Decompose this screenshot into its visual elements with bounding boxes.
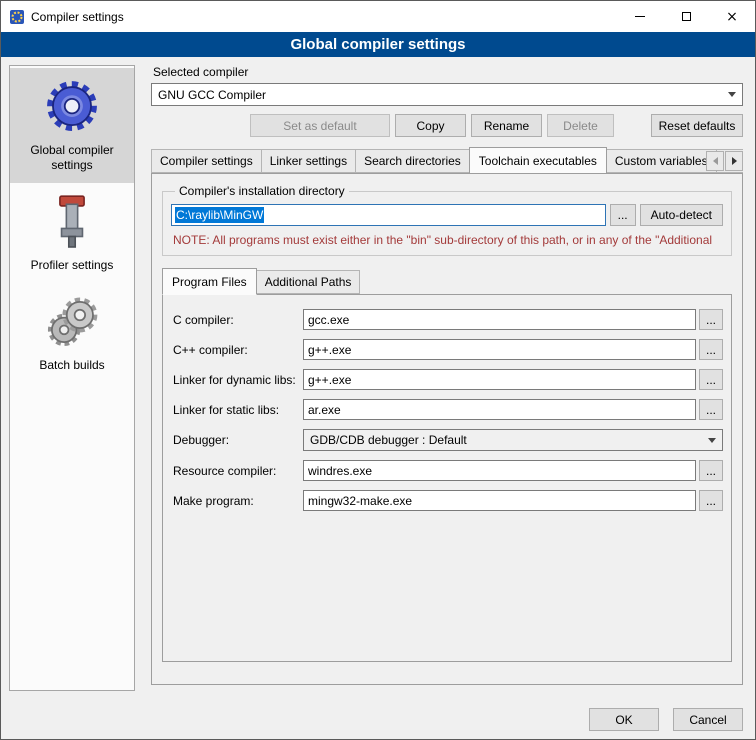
ok-button[interactable]: OK — [589, 708, 659, 731]
main-panel: Selected compiler GNU GCC Compiler Set a… — [151, 61, 743, 685]
linker-dynamic-label: Linker for dynamic libs: — [173, 373, 303, 387]
debugger-select[interactable]: GDB/CDB debugger : Default — [303, 429, 723, 451]
reset-defaults-button[interactable]: Reset defaults — [651, 114, 743, 137]
dialog-footer: OK Cancel — [589, 708, 743, 731]
tab-scroll-controls — [706, 151, 743, 171]
settings-tabs: Compiler settings Linker settings Search… — [151, 149, 743, 173]
make-program-input[interactable] — [303, 490, 696, 511]
linker-static-row: Linker for static libs: ... — [173, 399, 723, 420]
blue-gear-icon — [43, 78, 101, 136]
scroll-tabs-right-button[interactable] — [725, 151, 743, 171]
close-icon: × — [726, 9, 738, 25]
installation-directory-row: C:\raylib\MinGW ... Auto-detect — [171, 204, 723, 226]
c-compiler-browse-button[interactable]: ... — [699, 309, 723, 330]
installation-directory-group: Compiler's installation directory C:\ray… — [162, 184, 732, 256]
resource-compiler-label: Resource compiler: — [173, 464, 303, 478]
tab-program-files[interactable]: Program Files — [162, 268, 257, 295]
gray-gears-icon — [44, 293, 100, 351]
linker-dynamic-browse-button[interactable]: ... — [699, 369, 723, 390]
tab-search-directories[interactable]: Search directories — [355, 149, 470, 173]
maximize-button[interactable] — [663, 1, 709, 32]
resource-compiler-browse-button[interactable]: ... — [699, 460, 723, 481]
close-button[interactable]: × — [709, 1, 755, 32]
tabs-clip: Compiler settings Linker settings Search… — [151, 147, 743, 173]
linker-static-label: Linker for static libs: — [173, 403, 303, 417]
debugger-select-value: GDB/CDB debugger : Default — [310, 433, 702, 447]
tab-toolchain-executables[interactable]: Toolchain executables — [469, 147, 607, 173]
linker-dynamic-row: Linker for dynamic libs: ... — [173, 369, 723, 390]
cpp-compiler-row: C++ compiler: ... — [173, 339, 723, 360]
cpp-compiler-browse-button[interactable]: ... — [699, 339, 723, 360]
linker-static-browse-button[interactable]: ... — [699, 399, 723, 420]
sidebar-item-global-compiler-settings[interactable]: Global compiler settings — [10, 68, 134, 183]
tab-compiler-settings[interactable]: Compiler settings — [151, 149, 262, 173]
minimize-button[interactable] — [617, 1, 663, 32]
make-program-row: Make program: ... — [173, 490, 723, 511]
scroll-right-icon — [732, 157, 737, 165]
window-controls: × — [617, 1, 755, 32]
linker-dynamic-input[interactable] — [303, 369, 696, 390]
installation-directory-legend: Compiler's installation directory — [175, 184, 349, 198]
make-program-label: Make program: — [173, 494, 303, 508]
bin-subdirectory-note: NOTE: All programs must exist either in … — [173, 233, 723, 247]
cancel-button[interactable]: Cancel — [673, 708, 743, 731]
toolchain-executables-panel: Compiler's installation directory C:\ray… — [151, 173, 743, 685]
c-compiler-input[interactable] — [303, 309, 696, 330]
compiler-actions: Set as default Copy Rename Delete Reset … — [151, 114, 743, 137]
window-title: Compiler settings — [31, 10, 124, 24]
cpp-compiler-label: C++ compiler: — [173, 343, 303, 357]
program-files-panel: C compiler: ... C++ compiler: ... Linker… — [162, 294, 732, 662]
tab-additional-paths[interactable]: Additional Paths — [256, 270, 361, 294]
debugger-row: Debugger: GDB/CDB debugger : Default — [173, 429, 723, 451]
selected-compiler-label: Selected compiler — [153, 65, 743, 79]
c-compiler-label: C compiler: — [173, 313, 303, 327]
make-program-browse-button[interactable]: ... — [699, 490, 723, 511]
titlebar: Compiler settings × — [1, 1, 755, 32]
settings-category-list: Global compiler settings Profiler settin… — [9, 65, 135, 691]
scroll-left-icon — [713, 157, 718, 165]
debugger-label: Debugger: — [173, 433, 303, 447]
chevron-down-icon — [708, 438, 716, 443]
linker-static-input[interactable] — [303, 399, 696, 420]
autodetect-button[interactable]: Auto-detect — [640, 204, 723, 226]
compiler-select-value: GNU GCC Compiler — [158, 88, 722, 102]
c-compiler-row: C compiler: ... — [173, 309, 723, 330]
maximize-icon — [682, 12, 691, 21]
minimize-icon — [635, 16, 645, 17]
compiler-select[interactable]: GNU GCC Compiler — [151, 83, 743, 106]
sidebar-item-label: Global compiler settings — [14, 143, 130, 173]
page-title: Global compiler settings — [1, 32, 755, 57]
resource-compiler-input[interactable] — [303, 460, 696, 481]
install-dir-input[interactable]: C:\raylib\MinGW — [171, 204, 606, 226]
profiler-tool-icon — [46, 193, 98, 251]
sidebar-item-batch-builds[interactable]: Batch builds — [10, 283, 134, 383]
install-dir-value: C:\raylib\MinGW — [175, 207, 264, 223]
sidebar-item-profiler-settings[interactable]: Profiler settings — [10, 183, 134, 283]
chevron-down-icon — [728, 92, 736, 97]
resource-compiler-row: Resource compiler: ... — [173, 460, 723, 481]
program-tabs: Program Files Additional Paths — [160, 268, 734, 294]
set-as-default-button: Set as default — [250, 114, 390, 137]
sidebar-item-label: Profiler settings — [31, 258, 114, 273]
delete-button: Delete — [547, 114, 614, 137]
compiler-settings-window: Compiler settings × Global compiler sett… — [0, 0, 756, 740]
tab-linker-settings[interactable]: Linker settings — [261, 149, 356, 173]
scroll-tabs-left-button[interactable] — [706, 151, 724, 171]
sidebar-item-label: Batch builds — [39, 358, 104, 373]
rename-button[interactable]: Rename — [471, 114, 542, 137]
tab-custom-variables[interactable]: Custom variables — [606, 149, 717, 173]
app-icon — [9, 9, 25, 25]
cpp-compiler-input[interactable] — [303, 339, 696, 360]
copy-button[interactable]: Copy — [395, 114, 466, 137]
install-dir-browse-button[interactable]: ... — [610, 204, 636, 226]
